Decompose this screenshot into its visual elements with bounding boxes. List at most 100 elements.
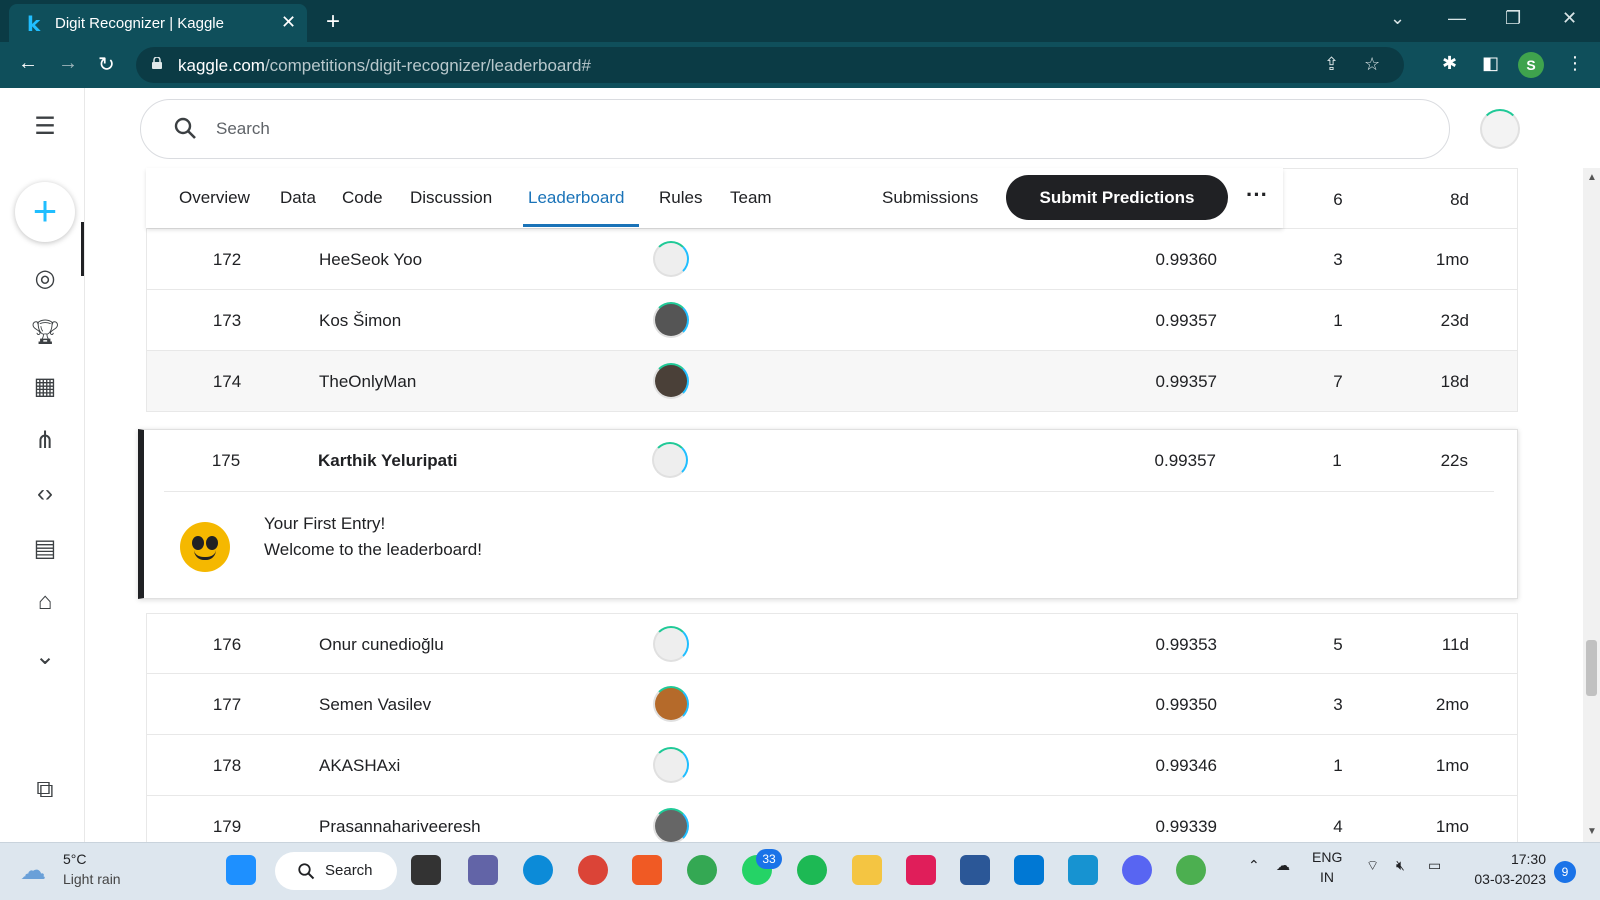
team-member-avatar[interactable] [653,302,689,338]
browser-menu-icon[interactable]: ⋮ [1566,53,1584,74]
team-member-avatar[interactable] [653,363,689,399]
language-line2[interactable]: IN [1320,869,1334,885]
tab-code[interactable]: Code [342,188,383,208]
team-member-avatar[interactable] [653,626,689,662]
team-member-avatar[interactable] [653,241,689,277]
learn-icon[interactable]: ⌂ [30,588,60,618]
language-line1[interactable]: ENG [1312,849,1342,865]
clock-date[interactable]: 03-03-2023 [1466,871,1546,887]
tab-leaderboard[interactable]: Leaderboard [528,188,624,208]
tab-overview[interactable]: Overview [179,188,250,208]
spotify-icon[interactable] [797,855,827,885]
back-icon[interactable]: ← [18,52,38,75]
onedrive-icon[interactable]: ☁ [1276,857,1290,874]
task-view-icon[interactable] [411,855,441,885]
your-entry-row[interactable]: 175 Karthik Yeluripati 0.99357 1 22s [144,430,1518,491]
chrome-profile-icon[interactable] [578,855,608,885]
table-row[interactable]: 173 Kos Šimon 0.99357 1 23d [146,290,1518,351]
team-name-cell[interactable]: Kos Šimon [319,311,401,331]
profile-avatar[interactable]: S [1518,52,1544,78]
volume-muted-icon[interactable]: 🔇︎ [1396,857,1405,874]
competitions-trophy-icon[interactable]: 🏆︎ [30,318,60,348]
bookmark-star-icon[interactable]: ☆ [1364,54,1380,75]
chrome-icon[interactable] [687,855,717,885]
scroll-thumb[interactable] [1586,640,1597,696]
last-cell: 2mo [1435,695,1469,714]
team-name-cell[interactable]: Semen Vasilev [319,695,431,715]
green-circle-app-icon[interactable] [1176,855,1206,885]
extensions-icon[interactable]: ✱ [1442,53,1457,74]
team-name-cell[interactable]: TheOnlyMan [319,372,416,392]
team-name-cell[interactable]: Karthik Yeluripati [318,451,458,471]
side-panel-icon[interactable]: ◧ [1482,53,1499,74]
edge-icon[interactable] [523,855,553,885]
slack-icon[interactable] [906,855,936,885]
reload-icon[interactable]: ↻ [98,52,115,77]
close-window-icon[interactable]: ✕ [1562,8,1577,29]
table-row[interactable]: 174 TheOnlyMan 0.99357 7 18d [146,351,1518,412]
tab-submissions[interactable]: Submissions [882,188,978,208]
browser-tab[interactable]: k Digit Recognizer | Kaggle ✕ [9,4,307,42]
tab-discussion[interactable]: Discussion [410,188,492,208]
search-input[interactable]: Search [140,99,1450,159]
datasets-table-icon[interactable]: ▦ [30,372,60,402]
share-icon[interactable]: ⇪ [1324,54,1339,75]
battery-icon[interactable]: ▭ [1428,857,1441,874]
microsoft-store-icon[interactable] [960,855,990,885]
scroll-up-icon[interactable]: ▲ [1587,172,1597,183]
discord-icon[interactable] [1122,855,1152,885]
explore-compass-icon[interactable]: ◎ [30,264,60,294]
scroll-down-icon[interactable]: ▼ [1587,826,1597,837]
minimize-icon[interactable]: — [1448,8,1466,29]
restore-icon[interactable]: ❐ [1505,8,1521,29]
tab-team[interactable]: Team [730,188,772,208]
clock-time[interactable]: 17:30 [1466,851,1546,867]
user-avatar[interactable] [1480,109,1520,149]
team-name-cell[interactable]: HeeSeok Yoo [319,250,422,270]
weather-desc: Light rain [63,871,121,887]
models-icon[interactable]: ⋔ [30,426,60,456]
create-button[interactable]: + [15,182,75,242]
wifi-icon[interactable]: ⌔ [1366,857,1379,875]
brave-icon[interactable] [632,855,662,885]
team-name-cell[interactable]: Prasannahariveeresh [319,817,481,837]
show-hidden-icons-icon[interactable]: ⌃ [1248,857,1260,874]
your-work-icon[interactable]: ⧉ [30,776,60,806]
notification-badge[interactable]: 9 [1554,861,1576,883]
tab-rules[interactable]: Rules [659,188,702,208]
l-app-icon[interactable] [1068,855,1098,885]
tab-close-icon[interactable]: ✕ [281,12,296,33]
hamburger-menu-icon[interactable]: ☰ [30,112,60,142]
team-member-avatar[interactable] [653,808,689,844]
table-row[interactable]: 172 HeeSeok Yoo 0.99360 3 1mo [146,229,1518,290]
kaggle-sidebar: ☰ + ◎ 🏆︎ ▦ ⋔ ‹› ▤ ⌂ ⌄ ⧉ [0,88,85,842]
address-bar[interactable]: kaggle.com/competitions/digit-recognizer… [136,47,1404,83]
more-options-icon[interactable]: ··· [1246,182,1268,208]
table-row[interactable]: 177 Semen Vasilev 0.99350 3 2mo [146,674,1518,735]
more-chevron-down-icon[interactable]: ⌄ [30,642,60,672]
team-name-cell[interactable]: Onur cunedioğlu [319,635,444,655]
discussions-icon[interactable]: ▤ [30,534,60,564]
divider [164,491,1494,492]
submit-predictions-button[interactable]: Submit Predictions [1006,175,1228,220]
score-cell: 0.99346 [1155,756,1217,775]
team-member-avatar[interactable] [653,747,689,783]
taskbar-search[interactable]: Search [275,852,397,890]
first-entry-message: Your First Entry! [264,514,386,533]
team-member-avatar[interactable] [653,686,689,722]
page-scrollbar[interactable]: ▲ ▼ [1583,168,1600,842]
tab-search-icon[interactable]: ⌄ [1390,8,1405,29]
forward-icon[interactable]: → [58,52,78,75]
team-member-avatar[interactable] [652,442,688,478]
tab-data[interactable]: Data [280,188,316,208]
teams-chat-icon[interactable] [468,855,498,885]
welcome-message: Welcome to the leaderboard! [264,540,482,559]
file-explorer-icon[interactable] [852,855,882,885]
mail-icon[interactable] [1014,855,1044,885]
windows-start-icon[interactable] [226,855,256,885]
table-row[interactable]: 176 Onur cunedioğlu 0.99353 5 11d [146,613,1518,674]
table-row[interactable]: 178 AKASHAxi 0.99346 1 1mo [146,735,1518,796]
team-name-cell[interactable]: AKASHAxi [319,756,400,776]
code-icon[interactable]: ‹› [30,480,60,510]
new-tab-icon[interactable]: + [326,8,340,36]
